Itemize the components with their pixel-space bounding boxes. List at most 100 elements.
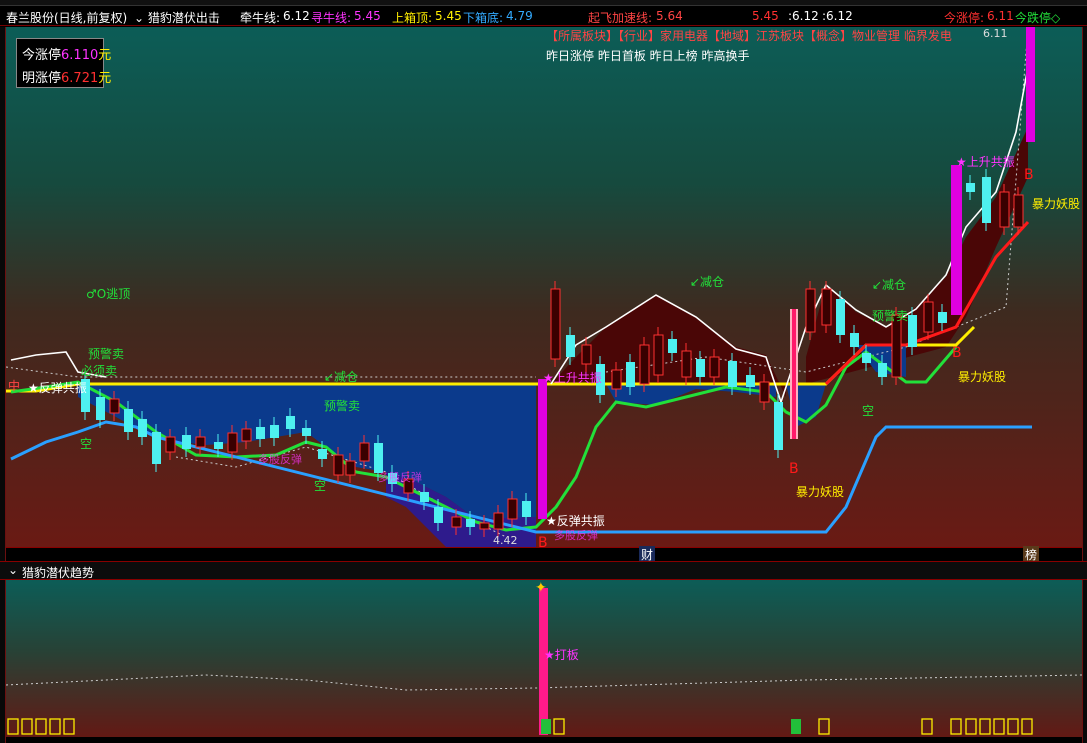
rise-resonance-label-1: ★上升共振 — [543, 371, 602, 385]
sub-indicator-title[interactable]: 猎豹潜伏趋势 — [22, 564, 94, 581]
candle-body — [124, 409, 133, 432]
candle-body — [581, 344, 592, 365]
main-chart-panel[interactable]: 今涨停6.110元 明涨停6.721元 【所属板块】【行业】家用电器【地域】江苏… — [6, 27, 1082, 547]
warn-sell-label-1: 预警卖 — [88, 347, 125, 361]
candle-body — [227, 432, 238, 453]
candle-body — [966, 183, 975, 192]
xiaxiang-label: 下箱底: — [463, 11, 504, 25]
indicator-title[interactable]: ⌄ 猎豹潜伏出击 — [134, 9, 220, 26]
xunniu-value: 5.45 — [354, 9, 381, 23]
candle-body — [850, 333, 859, 347]
reduce-label-3: ↙减仓 — [872, 278, 907, 292]
signal-box — [541, 719, 551, 734]
signal-box — [993, 718, 1005, 735]
monster-stock-label-2: 暴力妖股 — [958, 370, 1007, 384]
candle-body — [746, 375, 755, 387]
today-limit-down-label: 今跌停◇ — [1015, 11, 1061, 25]
indicator-info-bar: 春兰股份(日线,前复权) ⌄ 猎豹潜伏出击 牵牛线: 6.12 寻牛线: 5.4… — [0, 6, 1087, 26]
candle-body — [982, 177, 991, 223]
signal-box — [49, 718, 61, 735]
today-limit-unit: 元 — [98, 48, 112, 63]
value-2: :6.12 — [788, 9, 819, 23]
candle-body — [302, 428, 311, 436]
kong-badge-3: 空 — [862, 404, 875, 418]
period-strip: 财 榜 — [6, 546, 1082, 563]
stock-title[interactable]: 春兰股份(日线,前复权) — [6, 9, 127, 26]
signal-box — [7, 718, 19, 735]
shangxiang-value: 5.45 — [435, 9, 462, 23]
signal-box — [950, 718, 962, 735]
candle-body — [152, 432, 161, 464]
qifei-label: 起飞加速线: — [588, 11, 653, 25]
magenta-bar-1 — [538, 379, 547, 519]
candle-body — [923, 301, 934, 333]
candle-body — [214, 442, 223, 449]
tomorrow-limit-label: 明涨停 — [22, 71, 62, 86]
main-chart-svg — [6, 27, 1035, 547]
escape-top-label: ♂O逃顶 — [86, 287, 131, 301]
signal-box — [791, 719, 801, 734]
warn-sell-label-3: 预警卖 — [872, 309, 909, 323]
candle-body — [270, 425, 279, 438]
sub-chart-panel[interactable]: ✦ ★打板 — [6, 580, 1082, 737]
candle-body — [668, 339, 677, 353]
sector-info-line2: 昨日涨停 昨日首板 昨日上榜 昨高换手 — [546, 49, 750, 63]
signal-box — [63, 718, 75, 735]
candle-body — [550, 288, 561, 360]
candle-body — [805, 288, 816, 333]
tomorrow-limit-value: 6.721 — [61, 71, 99, 86]
candle-body — [138, 419, 147, 437]
tomorrow-limit-row: 明涨停6.721元 — [22, 67, 111, 86]
candle-body — [96, 397, 105, 420]
buy-signal-b3: B — [952, 345, 962, 361]
buy-signal-b2: B — [789, 461, 799, 477]
candle-body — [1013, 194, 1024, 228]
monster-stock-label-1: 暴力妖股 — [1032, 197, 1081, 211]
collapse-icon[interactable]: ⌄ — [134, 11, 144, 25]
signal-box — [979, 718, 991, 735]
candle-body — [696, 359, 705, 377]
candle-body — [165, 436, 176, 453]
peak-price-label: 6.11 — [983, 27, 1008, 40]
candle-body — [182, 435, 191, 449]
today-limit-up-value: 6.11 — [987, 9, 1014, 23]
qianniu-value: 6.12 — [283, 9, 310, 23]
candle-body — [359, 442, 370, 462]
zhong-badge: 中 — [8, 379, 21, 393]
indicator-name: 猎豹潜伏出击 — [147, 11, 220, 25]
candle-body — [420, 492, 429, 502]
low-price-label: 4.42 — [493, 534, 518, 547]
candle-body — [626, 362, 635, 387]
today-limit-row: 今涨停6.110元 — [22, 44, 111, 63]
candle-body — [195, 436, 206, 448]
candle-body — [728, 361, 737, 387]
candle-body — [479, 522, 490, 530]
value-3: :6.12 — [822, 9, 853, 23]
signal-box — [1021, 718, 1033, 735]
candle-body — [821, 288, 832, 326]
magenta-bar-2 — [951, 165, 962, 315]
buy-signal-b1: B — [538, 535, 548, 547]
value-1: 5.45 — [752, 9, 779, 23]
today-limit-value: 6.110 — [61, 48, 99, 63]
signal-box — [818, 718, 830, 735]
candle-body — [241, 428, 252, 442]
candle-body — [653, 334, 664, 376]
qianniu-label: 牵牛线: — [240, 11, 281, 25]
candle-body — [938, 312, 947, 323]
pink-bar-inner — [792, 309, 796, 439]
collapse-icon[interactable]: ⌄ — [8, 563, 18, 577]
signal-box — [35, 718, 47, 735]
monster-stock-label-3: 暴力妖股 — [796, 485, 845, 499]
candle-body — [451, 516, 462, 528]
candle-body — [709, 356, 720, 378]
signal-box — [965, 718, 977, 735]
candle-body — [836, 299, 845, 335]
candle-body — [345, 460, 356, 476]
qifei-value: 5.64 — [656, 9, 683, 23]
sector-info-line1: 【所属板块】【行业】家用电器【地域】江苏板块【概念】物业管理 临界发电 — [546, 29, 952, 43]
signal-box — [553, 718, 565, 735]
reduce-label-2: ↙减仓 — [690, 275, 725, 289]
rise-resonance-label-2: ★上升共振 — [956, 155, 1015, 169]
candle-body — [318, 449, 327, 459]
